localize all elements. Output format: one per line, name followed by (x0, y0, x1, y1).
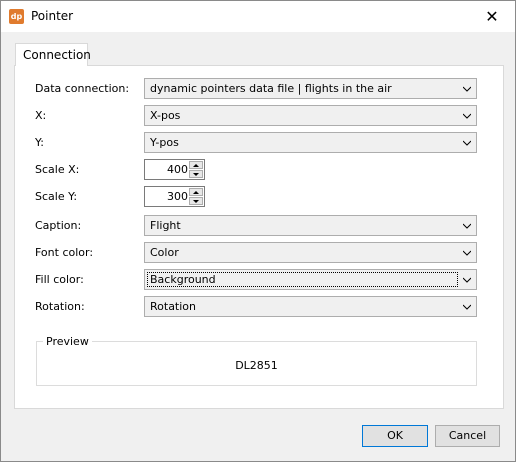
chevron-down-icon (463, 140, 471, 146)
decrement-button[interactable] (189, 197, 203, 205)
preview-caption: DL2851 (235, 359, 278, 372)
rotation-label: Rotation: (35, 300, 85, 313)
arrow-up-icon (193, 164, 199, 167)
tab-connection[interactable]: Connection (15, 43, 91, 66)
close-button[interactable]: ✕ (469, 1, 515, 32)
chevron-down-icon (463, 304, 471, 310)
decrement-button[interactable] (189, 170, 203, 178)
arrow-down-icon (193, 173, 199, 176)
x-value: X-pos (150, 109, 181, 122)
x-label: X: (35, 109, 47, 122)
scale-y-label: Scale Y: (35, 190, 78, 203)
caption-dropdown[interactable]: Flight (144, 215, 477, 236)
arrow-down-icon (193, 200, 199, 203)
rotation-value: Rotation (150, 300, 197, 313)
window-title: Pointer (31, 9, 74, 23)
data-connection-value: dynamic pointers data file | flights in … (150, 82, 392, 95)
scale-x-stepper[interactable]: 400 (144, 159, 205, 180)
chevron-down-icon (463, 113, 471, 119)
scale-x-spin-buttons (189, 161, 203, 178)
chevron-down-icon (463, 250, 471, 256)
arrow-up-icon (193, 191, 199, 194)
scale-y-spin-buttons (189, 188, 203, 205)
ok-button[interactable]: OK (362, 425, 428, 447)
scale-x-label: Scale X: (35, 163, 80, 176)
scale-y-value[interactable]: 300 (147, 189, 188, 204)
increment-button[interactable] (189, 161, 203, 169)
y-dropdown[interactable]: Y-pos (144, 132, 477, 153)
cancel-button[interactable]: Cancel (435, 425, 500, 447)
app-logo-icon: dp (9, 9, 24, 24)
close-icon: ✕ (485, 7, 499, 26)
title-bar: dp Pointer ✕ (1, 1, 515, 32)
x-dropdown[interactable]: X-pos (144, 105, 477, 126)
caption-label: Caption: (35, 219, 82, 232)
scale-y-stepper[interactable]: 300 (144, 186, 205, 207)
font-color-label: Font color: (35, 246, 94, 259)
scale-x-value[interactable]: 400 (147, 162, 188, 177)
chevron-down-icon (463, 86, 471, 92)
preview-legend: Preview (43, 335, 92, 348)
font-color-dropdown[interactable]: Color (144, 242, 477, 263)
pointer-dialog: dp Pointer ✕ Connection Data connection:… (0, 0, 516, 462)
data-connection-label: Data connection: (35, 82, 130, 95)
fill-color-value: Background (150, 273, 216, 286)
chevron-down-icon (463, 223, 471, 229)
fill-color-dropdown[interactable]: Background (144, 269, 477, 290)
rotation-dropdown[interactable]: Rotation (144, 296, 477, 317)
data-connection-dropdown[interactable]: dynamic pointers data file | flights in … (144, 78, 477, 99)
increment-button[interactable] (189, 188, 203, 196)
font-color-value: Color (150, 246, 179, 259)
chevron-down-icon (463, 277, 471, 283)
caption-value: Flight (150, 219, 181, 232)
y-label: Y: (35, 136, 44, 149)
y-value: Y-pos (150, 136, 179, 149)
fill-color-label: Fill color: (35, 273, 84, 286)
